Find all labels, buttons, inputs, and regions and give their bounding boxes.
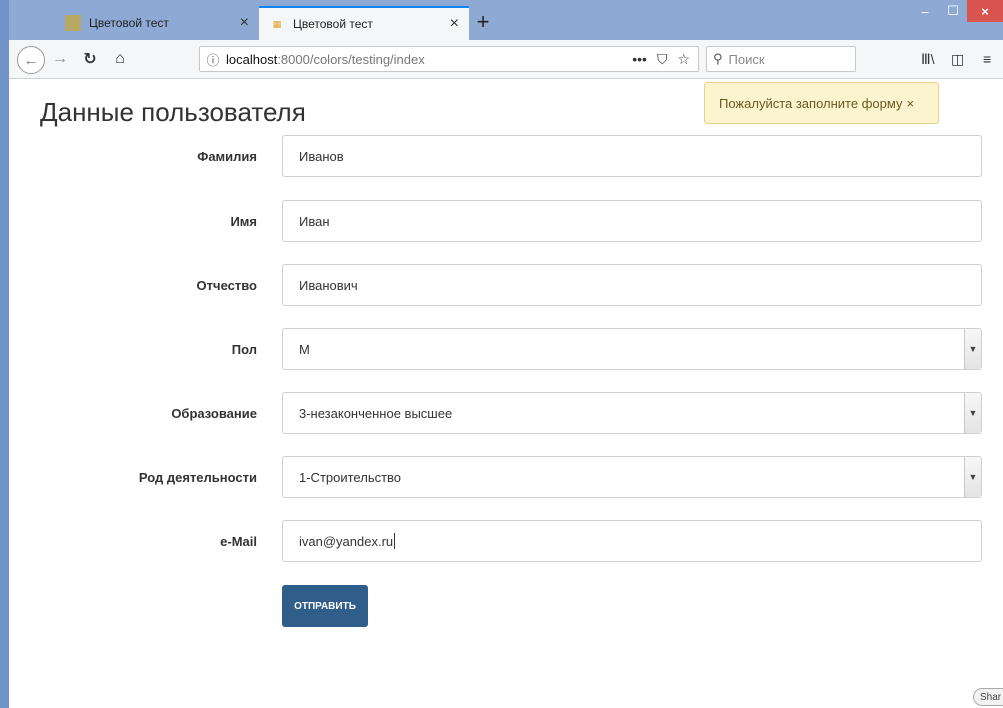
education-select[interactable]: 3-незаконченное высшее ▼	[282, 392, 982, 434]
page-title: Данные пользователя	[40, 97, 306, 127]
form-row-name: Имя Иван	[9, 200, 1003, 242]
tab-active[interactable]: ▦ Цветовой тест ×	[259, 6, 469, 40]
alert-close-icon[interactable]: ×	[906, 96, 914, 111]
minimize-button[interactable]: –	[911, 0, 939, 22]
tab-close-icon[interactable]: ×	[450, 15, 459, 33]
bookmark-star-icon[interactable]: ☆	[677, 51, 690, 68]
gender-value: М	[299, 341, 310, 357]
email-value: ivan@yandex.ru	[299, 533, 394, 549]
info-icon[interactable]: ⓘ	[200, 50, 226, 69]
form-row-occupation: Род деятельности 1-Строительство ▼	[9, 456, 1003, 498]
menu-icon[interactable]: ≡	[983, 48, 991, 70]
occupation-select[interactable]: 1-Строительство ▼	[282, 456, 982, 498]
chevron-down-icon[interactable]: ▼	[964, 393, 981, 433]
name-label: Имя	[230, 213, 257, 229]
text-cursor	[394, 533, 396, 549]
page-favicon-icon: ▦	[272, 18, 282, 29]
alert-text: Пожалуйста заполните форму	[719, 95, 903, 111]
surname-label: Фамилия	[197, 148, 257, 164]
sidebar-icon[interactable]: ◫	[951, 48, 964, 70]
surname-field[interactable]: Иванов	[282, 135, 982, 177]
tab-inactive[interactable]: ■ Цветовой тест ×	[55, 6, 259, 40]
chevron-down-icon[interactable]: ▼	[964, 457, 981, 497]
close-window-button[interactable]: ×	[967, 0, 1003, 22]
gender-label: Пол	[231, 341, 257, 357]
window-controls: – ☐ ×	[911, 0, 1003, 22]
tab-close-icon[interactable]: ×	[240, 14, 249, 32]
alert-notification: Пожалуйста заполните форму ×	[704, 82, 939, 124]
occupation-label: Род деятельности	[138, 469, 257, 485]
page-content: Данные пользователя Пожалуйста заполните…	[9, 79, 1003, 708]
search-icon: ⚲	[713, 51, 723, 66]
tab-title: Цветовой тест	[89, 16, 169, 30]
tab-bar: ■ Цветовой тест × ▦ Цветовой тест × + – …	[9, 0, 1003, 40]
pocket-icon[interactable]: ⛉	[657, 51, 668, 68]
name-value: Иван	[299, 213, 330, 229]
form-row-education: Образование 3-незаконченное высшее ▼	[9, 392, 1003, 434]
name-field[interactable]: Иван	[282, 200, 982, 242]
gender-select[interactable]: М ▼	[282, 328, 982, 370]
search-input[interactable]: ⚲ Поиск	[706, 46, 856, 72]
page-actions-icon[interactable]: •••	[632, 51, 647, 68]
navigation-toolbar: ← → ↻ ⌂ ⓘ localhost:8000/colors/testing/…	[9, 40, 1003, 79]
new-tab-button[interactable]: +	[469, 8, 497, 36]
occupation-value: 1-Строительство	[299, 469, 402, 485]
browser-window: ■ Цветовой тест × ▦ Цветовой тест × + – …	[0, 0, 1003, 708]
share-button[interactable]: Shar	[973, 688, 1003, 706]
education-value: 3-незаконченное высшее	[299, 405, 453, 421]
patronymic-label: Отчество	[196, 277, 257, 293]
submit-button[interactable]: ОТПРАВИТЬ	[282, 585, 368, 627]
form-row-surname: Фамилия Иванов	[9, 135, 1003, 177]
form-row-patronymic: Отчество Иванович	[9, 264, 1003, 306]
url-bar[interactable]: ⓘ localhost:8000/colors/testing/index ••…	[199, 46, 699, 72]
back-arrow-icon[interactable]: ←	[17, 46, 45, 74]
search-placeholder: Поиск	[728, 51, 765, 67]
email-label: e-Mail	[220, 533, 257, 549]
url-path: :8000/colors/testing/index	[277, 51, 425, 67]
patronymic-value: Иванович	[299, 277, 358, 293]
education-label: Образование	[171, 405, 257, 421]
forward-arrow-icon[interactable]: →	[49, 48, 71, 70]
form-row-gender: Пол М ▼	[9, 328, 1003, 370]
form-row-email: e-Mail ivan@yandex.ru	[9, 520, 1003, 562]
chevron-down-icon[interactable]: ▼	[964, 329, 981, 369]
maximize-button[interactable]: ☐	[939, 0, 967, 22]
email-field[interactable]: ivan@yandex.ru	[282, 520, 982, 562]
window-border	[0, 0, 9, 708]
home-icon[interactable]: ⌂	[109, 48, 131, 70]
patronymic-field[interactable]: Иванович	[282, 264, 982, 306]
surname-value: Иванов	[299, 148, 344, 164]
tab-title: Цветовой тест	[293, 17, 373, 31]
page-favicon-icon: ■	[65, 15, 81, 31]
url-host: localhost	[226, 51, 278, 67]
library-icon[interactable]: Ⅲ\	[921, 48, 935, 70]
reload-icon[interactable]: ↻	[79, 48, 101, 70]
